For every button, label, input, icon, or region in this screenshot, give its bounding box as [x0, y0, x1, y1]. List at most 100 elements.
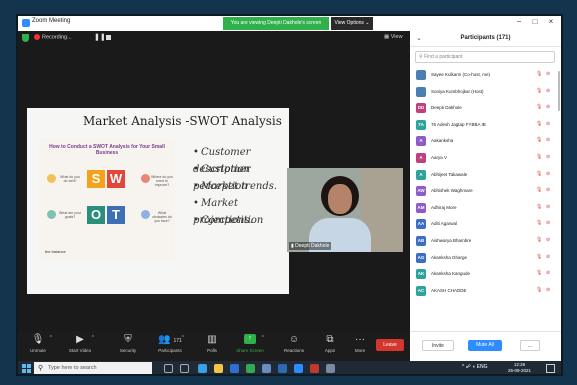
volume-icon: ◖: [472, 364, 476, 370]
mic-muted-icon: 🎙: [536, 203, 543, 210]
close-button[interactable]: ×: [544, 17, 558, 26]
reactions-label: Reactions: [283, 348, 304, 353]
chrome-icon[interactable]: [246, 364, 255, 373]
slide-bullet-list: • Customer description • Customer percepti…: [193, 144, 289, 229]
participant-name: Soniya Kumbhojkar (Host): [431, 88, 484, 94]
participant-row[interactable]: Sayee Kulkarni (Co-host, me) 🎙 ⊘: [410, 67, 561, 84]
powerpoint-icon[interactable]: [310, 364, 319, 373]
clock-time: 12:26: [513, 362, 526, 367]
start-tile-tl: [22, 364, 26, 368]
chevron-up-icon[interactable]: ^: [262, 335, 264, 341]
edge-icon[interactable]: [198, 364, 207, 373]
mic-muted-icon: 🎙: [536, 87, 543, 94]
presentation-slide: Market Analysis -SWOT Analysis How to Co…: [27, 108, 289, 294]
participant-name: Aditi Agarwal: [431, 221, 458, 227]
unmute-label: Unmute: [30, 348, 46, 353]
taskbar-clock[interactable]: 12:26 25-09-2021: [508, 362, 531, 374]
mic-muted-icon: 🎙: [536, 220, 543, 227]
video-off-icon: ⊘: [546, 87, 551, 94]
participant-avatar: A: [416, 169, 426, 180]
mic-muted-icon: 🎙: [536, 236, 543, 243]
windows-start-icon[interactable]: [22, 364, 31, 373]
maximize-button[interactable]: □: [528, 17, 542, 26]
video-off-icon: ⊘: [546, 104, 551, 111]
participant-row[interactable]: AG Akanksha Gharge 🎙 ⊘: [410, 250, 561, 267]
stop-recording-icon[interactable]: [106, 35, 111, 40]
participant-row[interactable]: A Abhijeet Takawale 🎙 ⊘: [410, 167, 561, 184]
participant-name: Aishwarya Bhambre: [431, 237, 472, 243]
mute-all-button[interactable]: Mute All: [468, 340, 502, 351]
participant-row[interactable]: AK Akanksha Kangude 🎙 ⊘: [410, 266, 561, 283]
shield-icon[interactable]: [22, 34, 29, 42]
clock-date: 25-09-2021: [508, 368, 532, 373]
chevron-up-icon[interactable]: ^: [182, 335, 184, 341]
mic-muted-icon: 🎙: [536, 187, 543, 194]
opportunities-caption: What are your goals?: [59, 211, 81, 219]
participant-name: Abhishek Waghmare: [431, 188, 473, 194]
mic-muted-icon: 🎙: [536, 153, 543, 160]
swot-w-tile: W: [107, 170, 125, 188]
reactions-button[interactable]: ☺ Reactions: [276, 333, 312, 353]
mic-muted-icon: 🎙: [536, 253, 543, 260]
view-options-button[interactable]: View Options ⌄: [331, 17, 373, 30]
security-label: Security: [119, 348, 137, 353]
start-video-button[interactable]: ▶ Start Video ^: [62, 333, 98, 353]
video-off-icon: ⊘: [546, 187, 551, 194]
chevron-up-icon[interactable]: ^: [50, 335, 52, 341]
video-off-icon: ⊘: [546, 71, 551, 77]
video-off-icon: ⊘: [546, 137, 551, 144]
store-icon[interactable]: [230, 364, 239, 373]
participants-button[interactable]: 👥 171 Participants ^: [152, 333, 188, 353]
meeting-top-bar: Recording... ❚❚ ▦ View: [18, 31, 410, 45]
start-tile-br: [27, 369, 31, 373]
security-button[interactable]: ⛨ Security: [110, 333, 146, 353]
file-explorer-icon[interactable]: [214, 364, 223, 373]
participant-search-input[interactable]: ⚲ Find a participant: [415, 51, 555, 63]
bullet-item: • Market trends.: [193, 181, 278, 192]
word-icon[interactable]: [278, 364, 287, 373]
participant-row[interactable]: AA Aditi Agarwal 🎙 ⊘: [410, 216, 561, 233]
signal-icon: ▮: [291, 243, 294, 249]
recording-label: Recording...: [42, 34, 72, 41]
participant-row[interactable]: 7A 76 Adesh Jagtap FYBBA IB 🎙 ⊘: [410, 117, 561, 134]
task-view-icon[interactable]: [180, 364, 189, 373]
chevron-up-icon[interactable]: ^: [92, 335, 94, 341]
video-name-tag: ▮ Deepti Dakhole: [289, 242, 332, 250]
view-button[interactable]: ▦ View: [384, 34, 403, 40]
participant-row[interactable]: AB Aishwarya Bhambre 🎙 ⊘: [410, 233, 561, 250]
share-screen-button[interactable]: ↑ Share Screen ^: [232, 333, 268, 353]
participant-row[interactable]: A Aakanksha 🎙 ⊘: [410, 133, 561, 150]
participant-row[interactable]: DD Deepti Dakhole 🎙 ⊘: [410, 100, 561, 117]
participant-row[interactable]: A Aarya V 🎙 ⊘: [410, 150, 561, 167]
participant-row[interactable]: AW Abhishek Waghmare 🎙 ⊘: [410, 183, 561, 200]
system-tray[interactable]: ^ ☍ ◖ ENG: [462, 364, 487, 370]
view-options-label: View Options: [334, 20, 364, 26]
more-options-button[interactable]: ...: [520, 340, 540, 351]
participant-row[interactable]: Soniya Kumbhojkar (Host) 🎙 ⊘: [410, 84, 561, 101]
notification-icon[interactable]: [546, 364, 555, 373]
zoom-taskbar-icon[interactable]: [294, 364, 303, 373]
participant-row[interactable]: AC AKASH CHADDE 🎙 ⊘: [410, 283, 561, 300]
start-tile-bl: [22, 369, 26, 373]
taskbar-search-box[interactable]: ⚲ Type here to search: [34, 362, 152, 374]
participant-row[interactable]: AM Adhiraj More 🎙 ⊘: [410, 200, 561, 217]
app-icon[interactable]: [262, 364, 271, 373]
bullet-text: Competition: [201, 215, 264, 226]
leave-button[interactable]: Leave: [376, 339, 404, 351]
participant-avatar: AK: [416, 269, 426, 280]
polls-button[interactable]: ▥ Polls: [194, 333, 230, 353]
app-icon[interactable]: [326, 364, 335, 373]
participant-video-tile[interactable]: ▮ Deepti Dakhole: [287, 168, 403, 252]
minimize-button[interactable]: −: [512, 17, 526, 26]
recording-indicator: Recording...: [34, 34, 72, 40]
title-bar: Zoom Meeting You are viewing Deepti Dakh…: [18, 16, 561, 31]
pause-recording-icon[interactable]: ❚❚: [94, 33, 106, 41]
unmute-button[interactable]: 🎙 Unmute ^: [20, 333, 56, 353]
cortana-icon[interactable]: [164, 364, 173, 373]
more-button[interactable]: ··· More: [342, 333, 378, 353]
strengths-caption: What do you do well?: [60, 175, 80, 183]
video-off-icon: ⊘: [546, 286, 551, 293]
participant-list: Sayee Kulkarni (Co-host, me) 🎙 ⊘ Soniya Kum…: [410, 67, 561, 299]
invite-button[interactable]: Invite: [422, 340, 454, 351]
infographic-title: How to Conduct a SWOT Analysis for Your …: [49, 144, 165, 156]
